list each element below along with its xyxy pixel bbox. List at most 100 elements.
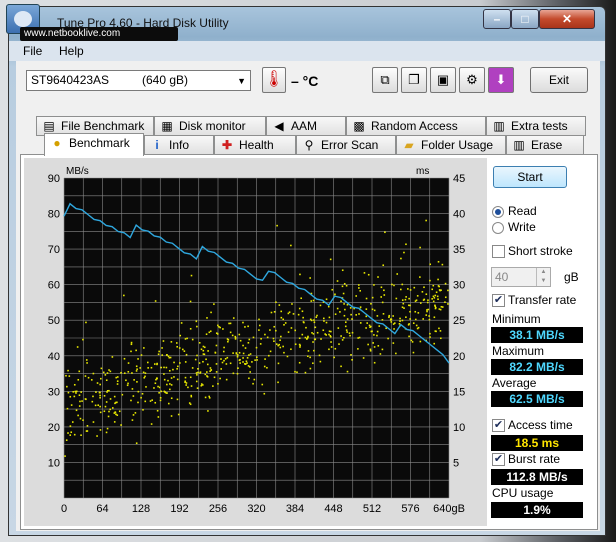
access-time-point	[325, 334, 327, 336]
access-time-point	[191, 338, 194, 341]
access-time-point	[429, 336, 431, 338]
start-button[interactable]: Start	[493, 166, 567, 188]
access-time-point	[142, 371, 145, 374]
access-time-point	[100, 377, 102, 380]
tab-random-access[interactable]: ▩ Random Access	[346, 116, 486, 136]
access-time-point	[70, 404, 73, 406]
copy-screenshot-icon[interactable]: ❐	[401, 67, 427, 93]
access-time-point	[184, 380, 187, 383]
access-time-point	[127, 362, 130, 364]
access-time-point	[226, 356, 229, 359]
access-time-point	[287, 312, 290, 315]
access-time-point	[72, 391, 75, 393]
access-time-point	[208, 397, 211, 399]
tab-health[interactable]: ✚ Health	[214, 135, 296, 155]
access-time-point	[99, 383, 101, 386]
burst-rate-checkbox[interactable]: ✔	[492, 453, 505, 466]
access-time-point	[157, 416, 160, 418]
access-time-point	[358, 284, 360, 286]
access-time-point	[120, 424, 122, 426]
access-time-point	[242, 344, 244, 347]
access-time-point	[247, 341, 250, 344]
access-time-point	[142, 409, 144, 411]
write-radio[interactable]	[492, 222, 504, 234]
access-time-point	[392, 315, 394, 317]
access-time-point	[131, 388, 134, 390]
access-time-point	[238, 333, 241, 336]
tab-disk-monitor[interactable]: ▦ Disk monitor	[154, 116, 266, 136]
access-time-point	[228, 322, 230, 325]
access-time-point	[99, 405, 101, 408]
access-time-point	[166, 354, 168, 356]
access-time-point	[67, 369, 69, 372]
access-time-point	[270, 311, 273, 314]
access-time-point	[343, 303, 345, 305]
short-stroke-checkbox[interactable]	[492, 245, 505, 258]
access-time-point	[355, 295, 358, 297]
access-time-point	[401, 319, 404, 322]
exit-button[interactable]: Exit	[530, 67, 588, 93]
access-time-point	[414, 318, 417, 321]
tab-extra-tests[interactable]: ▥ Extra tests	[486, 116, 586, 136]
access-time-point	[370, 302, 372, 305]
access-time-point	[209, 367, 212, 369]
access-time-point	[135, 349, 137, 352]
access-time-point	[221, 361, 224, 364]
access-time-point	[167, 355, 170, 358]
tab-aam[interactable]: ◀ AAM	[266, 116, 346, 136]
thermometer-icon[interactable]: 🌡	[262, 67, 286, 93]
access-time-point	[236, 355, 239, 358]
access-time-point	[105, 379, 108, 381]
access-time-point	[323, 320, 325, 322]
access-time-point	[130, 399, 132, 402]
access-time-point	[441, 263, 444, 266]
access-time-point	[365, 308, 368, 310]
maximize-button[interactable]: □	[511, 9, 539, 29]
access-time-point	[190, 385, 193, 387]
tab-error-scan[interactable]: ⚲ Error Scan	[296, 135, 396, 155]
access-time-point	[191, 367, 194, 369]
spin-down-icon[interactable]: ▼	[536, 277, 550, 286]
menu-file[interactable]: File	[23, 44, 42, 58]
tab-benchmark[interactable]: ● Benchmark	[44, 133, 144, 156]
access-time-point	[383, 294, 386, 296]
spin-up-icon[interactable]: ▲	[536, 268, 550, 277]
access-time-point	[73, 433, 76, 436]
access-time-point	[301, 333, 304, 336]
close-button[interactable]: ✕	[539, 9, 595, 29]
menu-help[interactable]: Help	[59, 44, 84, 58]
access-time-point	[64, 455, 66, 457]
access-time-point	[125, 379, 127, 382]
access-time-point	[147, 361, 149, 364]
options-icon[interactable]: ⚙	[459, 67, 485, 93]
short-stroke-label: Short stroke	[508, 244, 573, 258]
save-icon[interactable]: ▣	[430, 67, 456, 93]
access-time-point	[359, 290, 362, 292]
tab-erase[interactable]: ▥ Erase	[506, 135, 584, 155]
x-tick-label: 320	[247, 503, 265, 515]
download-icon[interactable]: ⬇	[488, 67, 514, 93]
copy-info-icon[interactable]: ⧉	[372, 67, 398, 93]
access-time-checkbox[interactable]: ✔	[492, 419, 505, 432]
access-time-point	[341, 285, 344, 288]
minimize-button[interactable]: –	[483, 9, 511, 29]
short-stroke-input[interactable]: 40 ▲ ▼	[491, 267, 551, 287]
access-time-point	[334, 313, 337, 316]
transfer-rate-checkbox[interactable]: ✔	[492, 294, 505, 307]
access-time-point	[319, 304, 322, 307]
read-radio[interactable]	[492, 206, 504, 218]
access-time-point	[206, 371, 208, 373]
access-time-point	[284, 322, 287, 324]
access-time-point	[206, 375, 209, 378]
access-time-point	[403, 251, 405, 254]
access-time-point	[154, 401, 157, 404]
drive-select[interactable]: ST9640423AS (640 gB) ▼	[26, 70, 251, 91]
access-time-point	[373, 361, 376, 364]
tab-info[interactable]: i Info	[144, 135, 214, 155]
access-time-point	[307, 355, 309, 358]
tab-folder-usage[interactable]: ▰ Folder Usage	[396, 135, 506, 155]
access-time-point	[170, 384, 173, 386]
access-time-point	[275, 343, 278, 345]
access-time-point	[147, 367, 149, 369]
access-time-point	[104, 405, 107, 408]
